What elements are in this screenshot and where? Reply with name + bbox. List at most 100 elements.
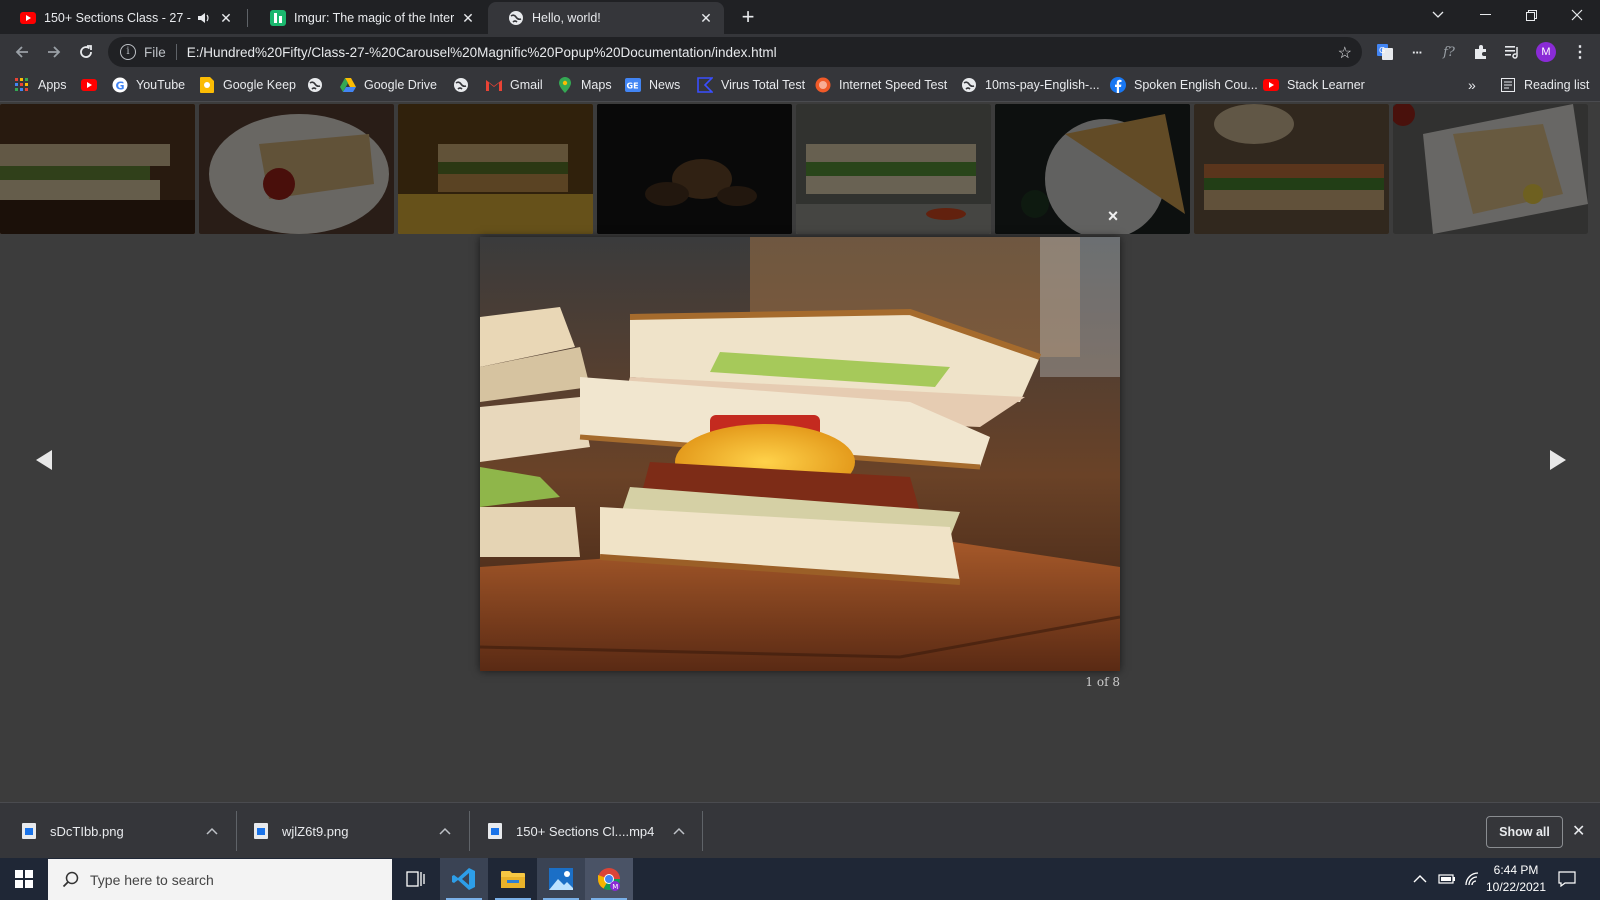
close-downloads-icon[interactable]: ✕ xyxy=(1572,821,1585,841)
extensions-puzzle-icon[interactable] xyxy=(1469,40,1493,64)
reload-button[interactable] xyxy=(72,38,100,66)
download-item[interactable]: wjlZ6t9.png xyxy=(254,803,460,859)
new-tab-button[interactable]: + xyxy=(736,6,760,30)
task-view-button[interactable] xyxy=(392,858,440,900)
file-explorer-taskbar-button[interactable] xyxy=(489,858,537,900)
bookmark-label: Spoken English Cou... xyxy=(1134,78,1258,92)
svg-text:G: G xyxy=(116,80,125,93)
bookmark-virus-total[interactable]: Virus Total Test xyxy=(697,77,805,93)
bookmark-label: 10ms-pay-English-... xyxy=(985,78,1100,92)
thumbnail-dim-overlay xyxy=(199,104,394,234)
function-extension-icon[interactable]: f? xyxy=(1437,40,1461,64)
gallery-thumbnail[interactable] xyxy=(199,104,394,234)
chrome-taskbar-button[interactable]: M xyxy=(585,858,633,900)
tab-search-chevron-icon[interactable] xyxy=(1415,0,1461,30)
gallery-thumbnail[interactable] xyxy=(597,104,792,234)
reading-list-icon xyxy=(1500,77,1516,93)
url-text[interactable]: E:/Hundred%20Fifty/Class-27-%20Carousel%… xyxy=(187,45,777,60)
task-view-icon xyxy=(406,871,425,887)
bookmark-youtube-icon-only[interactable] xyxy=(81,77,105,93)
bookmark-maps[interactable]: Maps xyxy=(557,77,612,93)
gallery-thumbnail-strip xyxy=(0,104,1600,234)
bookmark-gmail[interactable]: Gmail xyxy=(486,77,543,93)
bookmark-apps[interactable]: Apps xyxy=(14,77,67,93)
forward-button[interactable] xyxy=(40,38,68,66)
tab-close-icon[interactable]: ✕ xyxy=(218,10,234,26)
restore-button[interactable] xyxy=(1508,0,1554,30)
gallery-thumbnail[interactable] xyxy=(995,104,1190,234)
bookmark-speed-test[interactable]: Internet Speed Test xyxy=(815,77,947,93)
bookmarks-overflow-button[interactable]: » xyxy=(1468,77,1476,93)
gallery-thumbnail[interactable] xyxy=(398,104,593,234)
omnibox-divider xyxy=(175,44,177,60)
bookmark-star-icon[interactable]: ☆ xyxy=(1338,43,1352,63)
minimize-button[interactable] xyxy=(1462,0,1508,30)
tab-strip: 150+ Sections Class - 27 - Yo ✕ Imgur: T… xyxy=(0,0,1600,34)
profile-avatar[interactable]: M xyxy=(1536,42,1556,62)
thumbnail-dim-overlay xyxy=(995,104,1190,234)
chevron-up-icon[interactable] xyxy=(206,824,218,838)
reload-icon xyxy=(80,45,92,58)
drive-icon xyxy=(340,77,356,93)
clock-time: 6:44 PM xyxy=(1493,863,1539,877)
gallery-thumbnail[interactable] xyxy=(796,104,991,234)
close-window-button[interactable] xyxy=(1554,0,1600,30)
show-all-downloads-button[interactable]: Show all xyxy=(1486,816,1563,848)
triangle-right-icon xyxy=(1550,450,1566,470)
gallery-thumbnail[interactable] xyxy=(1194,104,1389,234)
download-separator xyxy=(469,811,470,851)
bookmark-news[interactable]: GE News xyxy=(625,77,680,93)
bookmark-google-keep[interactable]: Google Keep xyxy=(199,77,296,93)
bookmark-globe-2[interactable] xyxy=(453,77,477,93)
bookmark-youtube[interactable]: G YouTube xyxy=(112,77,185,93)
site-info-icon[interactable]: i xyxy=(120,44,136,60)
arrow-right-icon xyxy=(48,46,61,58)
downloads-bar: sDcTIbb.png wjlZ6t9.png 150+ Sections Cl… xyxy=(0,802,1600,858)
bookmark-globe-1[interactable] xyxy=(307,77,331,93)
vscode-taskbar-button[interactable] xyxy=(440,858,488,900)
windows-start-button[interactable] xyxy=(0,858,48,900)
speaker-icon[interactable] xyxy=(196,10,212,26)
download-separator xyxy=(702,811,703,851)
bookmark-label: Gmail xyxy=(510,78,543,92)
tab-hello-world[interactable]: Hello, world! ✕ xyxy=(488,2,724,34)
bookmark-spoken-english[interactable]: Spoken English Cou... xyxy=(1110,77,1258,93)
tab-imgur[interactable]: Imgur: The magic of the Internet ✕ xyxy=(250,2,486,34)
download-item[interactable]: sDcTIbb.png xyxy=(22,803,228,859)
media-control-icon[interactable] xyxy=(1501,40,1525,64)
windows-logo-icon xyxy=(15,870,33,888)
notification-center-icon[interactable] xyxy=(1558,858,1576,900)
back-button[interactable] xyxy=(8,38,36,66)
gallery-thumbnail[interactable] xyxy=(1393,104,1588,234)
taskbar-search-box[interactable]: Type here to search xyxy=(48,859,392,900)
speedtest-icon xyxy=(815,77,831,93)
news-icon: GE xyxy=(625,77,641,93)
imgur-icon xyxy=(270,10,286,26)
battery-icon[interactable] xyxy=(1438,858,1456,900)
bookmark-10ms[interactable]: 10ms-pay-English-... xyxy=(961,77,1100,93)
next-arrow-button[interactable] xyxy=(1542,440,1572,480)
address-bar[interactable]: i File E:/Hundred%20Fifty/Class-27-%20Ca… xyxy=(108,37,1362,67)
previous-arrow-button[interactable] xyxy=(30,440,60,480)
bookmark-google-drive[interactable]: Google Drive xyxy=(340,77,437,93)
download-item[interactable]: 150+ Sections Cl....mp4 xyxy=(488,803,694,859)
folder-icon xyxy=(501,871,525,888)
tab-youtube[interactable]: 150+ Sections Class - 27 - Yo ✕ xyxy=(0,2,244,34)
bookmarks-bar: Apps G YouTube Google Keep Google Drive xyxy=(0,70,1600,102)
wifi-icon[interactable] xyxy=(1464,858,1480,900)
system-clock[interactable]: 6:44 PM 10/22/2021 xyxy=(1480,862,1552,896)
show-hidden-icons-button[interactable] xyxy=(1413,858,1427,900)
photos-taskbar-button[interactable] xyxy=(537,858,585,900)
more-dots-extension-icon[interactable]: ··· xyxy=(1405,40,1429,64)
reading-list-button[interactable]: Reading list xyxy=(1500,77,1589,93)
bookmark-label: Maps xyxy=(581,78,612,92)
gallery-thumbnail[interactable] xyxy=(0,104,195,234)
chevron-up-icon[interactable] xyxy=(673,824,685,838)
google-translate-icon[interactable]: G xyxy=(1373,40,1397,64)
tab-close-icon[interactable]: ✕ xyxy=(698,10,714,26)
chevron-up-icon[interactable] xyxy=(439,824,451,838)
tab-close-icon[interactable]: ✕ xyxy=(460,10,476,26)
kebab-menu-icon[interactable]: ⋮ xyxy=(1568,40,1592,64)
popup-close-button[interactable]: × xyxy=(1103,206,1123,226)
bookmark-stack-learner[interactable]: Stack Learner xyxy=(1263,77,1365,93)
